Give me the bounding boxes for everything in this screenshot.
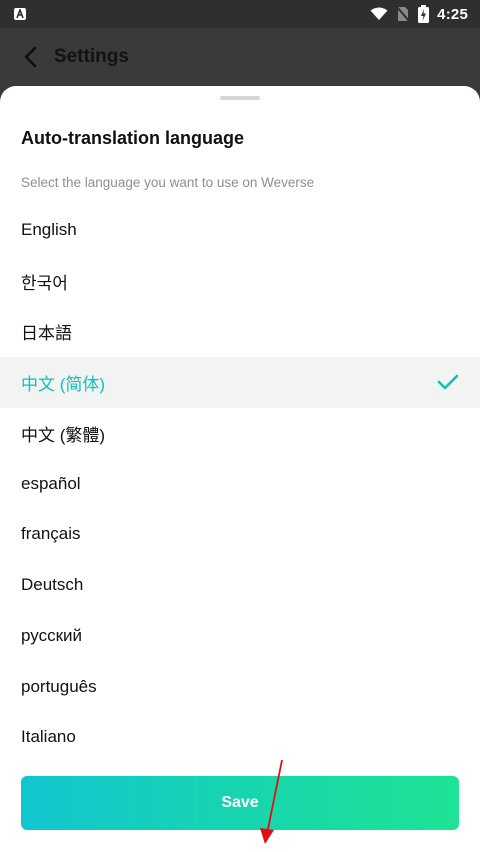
language-label: français — [21, 524, 81, 544]
language-label: português — [21, 676, 97, 696]
language-item-portuguese[interactable]: português — [0, 661, 480, 712]
battery-charging-icon — [418, 5, 430, 23]
language-label: русский — [21, 625, 83, 645]
chevron-left-icon — [24, 46, 37, 68]
back-button[interactable] — [8, 35, 52, 79]
language-item-chinese-simplified[interactable]: 中文 (简体) — [0, 357, 480, 408]
save-button[interactable]: Save — [21, 776, 459, 830]
language-label: Deutsch — [21, 575, 84, 595]
language-bottom-sheet: Auto-translation language Select the lan… — [0, 86, 480, 852]
check-icon — [437, 375, 459, 390]
language-item-japanese[interactable]: 日本語 — [0, 306, 480, 357]
app-notification-icon — [14, 8, 26, 20]
language-label: 한국어 — [21, 273, 68, 293]
language-label: 中文 (简体) — [21, 374, 106, 394]
sheet-title: Auto-translation language — [21, 128, 245, 148]
no-sim-icon — [396, 6, 410, 22]
language-item-italian[interactable]: Italiano — [0, 712, 480, 763]
language-item-german[interactable]: Deutsch — [0, 560, 480, 611]
language-item-russian[interactable]: русский — [0, 611, 480, 662]
language-item-french[interactable]: français — [0, 509, 480, 560]
language-label: Italiano — [21, 727, 76, 747]
sheet-drag-handle[interactable] — [220, 96, 260, 100]
language-label: English — [21, 220, 77, 240]
status-time: 4:25 — [437, 5, 468, 23]
page-title: Settings — [54, 46, 129, 67]
status-bar: 4:25 — [0, 0, 480, 28]
language-list: English 한국어 日本語 中文 (简体) 中文 (繁體) español … — [0, 205, 480, 763]
sheet-description: Select the language you want to use on W… — [21, 175, 315, 190]
header: Settings — [0, 28, 480, 86]
language-label: 中文 (繁體) — [21, 425, 106, 445]
annotation-arrow — [260, 759, 283, 844]
language-label: 日本語 — [21, 324, 72, 344]
language-item-spanish[interactable]: español — [0, 458, 480, 509]
language-label: español — [21, 473, 81, 493]
language-item-english[interactable]: English — [0, 205, 480, 256]
language-item-chinese-traditional[interactable]: 中文 (繁體) — [0, 408, 480, 459]
wifi-icon — [370, 7, 388, 20]
language-item-korean[interactable]: 한국어 — [0, 256, 480, 307]
